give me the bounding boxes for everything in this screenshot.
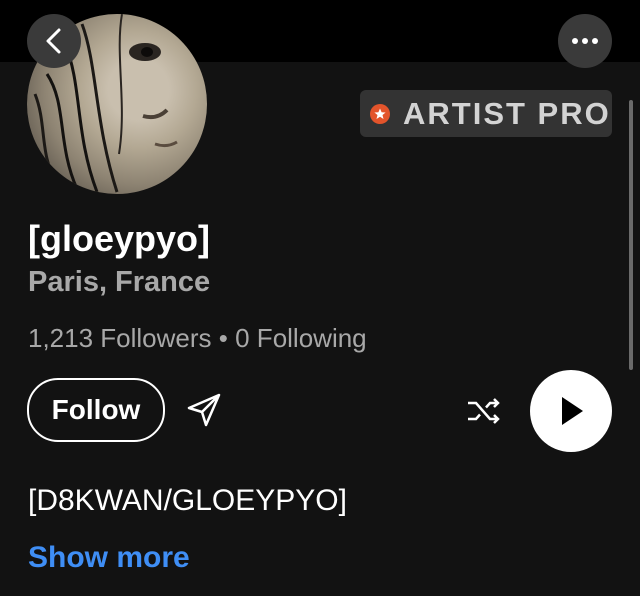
profile-location: Paris, France (28, 266, 211, 298)
stats-separator: • (218, 323, 228, 353)
bio-text: [D8KWAN/GLOEYPYO] (28, 484, 347, 517)
profile-name: [gloeypyo] (28, 218, 211, 259)
play-button[interactable] (530, 370, 612, 452)
followers-count[interactable]: 1,213 Followers (28, 323, 212, 353)
badge-label: ARTIST PRO (403, 95, 611, 131)
ellipsis-icon (572, 38, 598, 44)
shuffle-button[interactable] (465, 392, 503, 430)
following-count[interactable]: 0 Following (235, 323, 367, 353)
play-icon (562, 397, 583, 425)
chevron-left-icon (46, 28, 61, 54)
follow-button[interactable]: Follow (27, 378, 165, 442)
back-button[interactable] (27, 14, 81, 68)
more-options-button[interactable] (558, 14, 612, 68)
share-button[interactable] (186, 390, 222, 430)
artist-pro-badge: ARTIST PRO (360, 90, 612, 137)
star-badge-icon (370, 103, 390, 124)
send-icon (187, 393, 221, 427)
scrollbar[interactable] (629, 100, 633, 370)
shuffle-icon (468, 398, 500, 424)
show-more-link[interactable]: Show more (28, 541, 190, 575)
follow-stats: 1,213 Followers • 0 Following (28, 323, 367, 354)
